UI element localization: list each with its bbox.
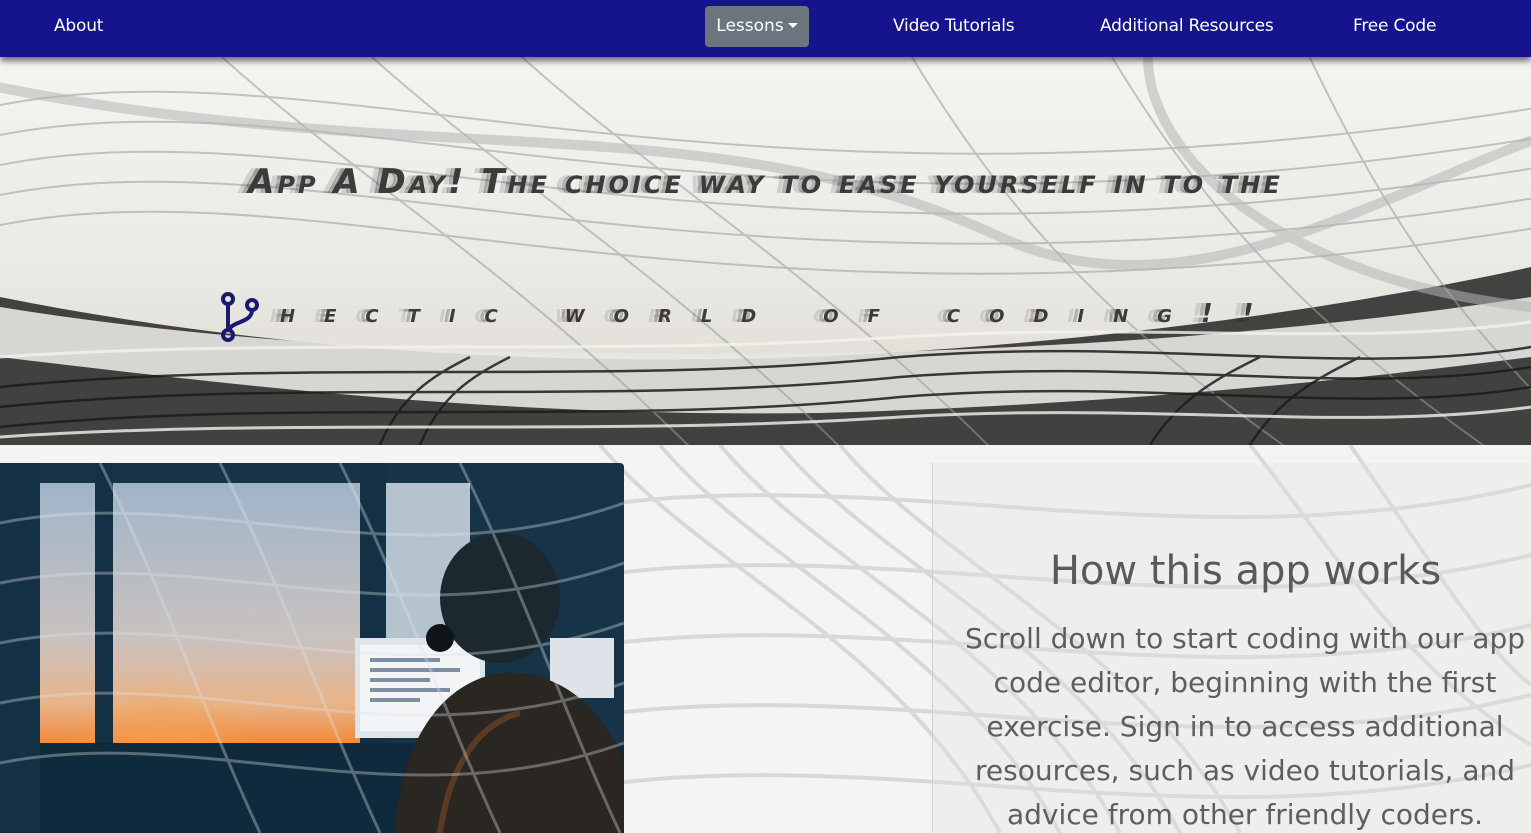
nav-about-link[interactable]: About [54, 0, 103, 53]
nav-additional-resources-link[interactable]: Additional Resources [1100, 0, 1274, 53]
hero-banner: App A Day! The choice way to ease yourse… [0, 57, 1531, 445]
section-description: Scroll down to start coding with our app… [964, 622, 1526, 831]
hero-title: App A Day! The choice way to ease yourse… [248, 162, 1283, 202]
section-heading: How this app works [1049, 548, 1442, 594]
top-navbar: About Lessons Video Tutorials Additional… [0, 0, 1531, 57]
how-it-works-section: How this app works Scroll down to start … [0, 445, 1531, 833]
hero-subtitle: hectic world of coding!! [280, 299, 1283, 329]
hero-wave-background [0, 57, 1531, 445]
caret-down-icon [787, 23, 798, 28]
nav-free-code-link[interactable]: Free Code [1353, 0, 1436, 53]
code-branch-icon [221, 292, 259, 342]
person-at-computer-photo [0, 463, 624, 833]
nav-lessons-dropdown[interactable]: Lessons [705, 6, 809, 47]
nav-video-tutorials-link[interactable]: Video Tutorials [893, 0, 1015, 53]
card-divider [932, 463, 933, 833]
nav-lessons-label: Lessons [716, 16, 784, 36]
